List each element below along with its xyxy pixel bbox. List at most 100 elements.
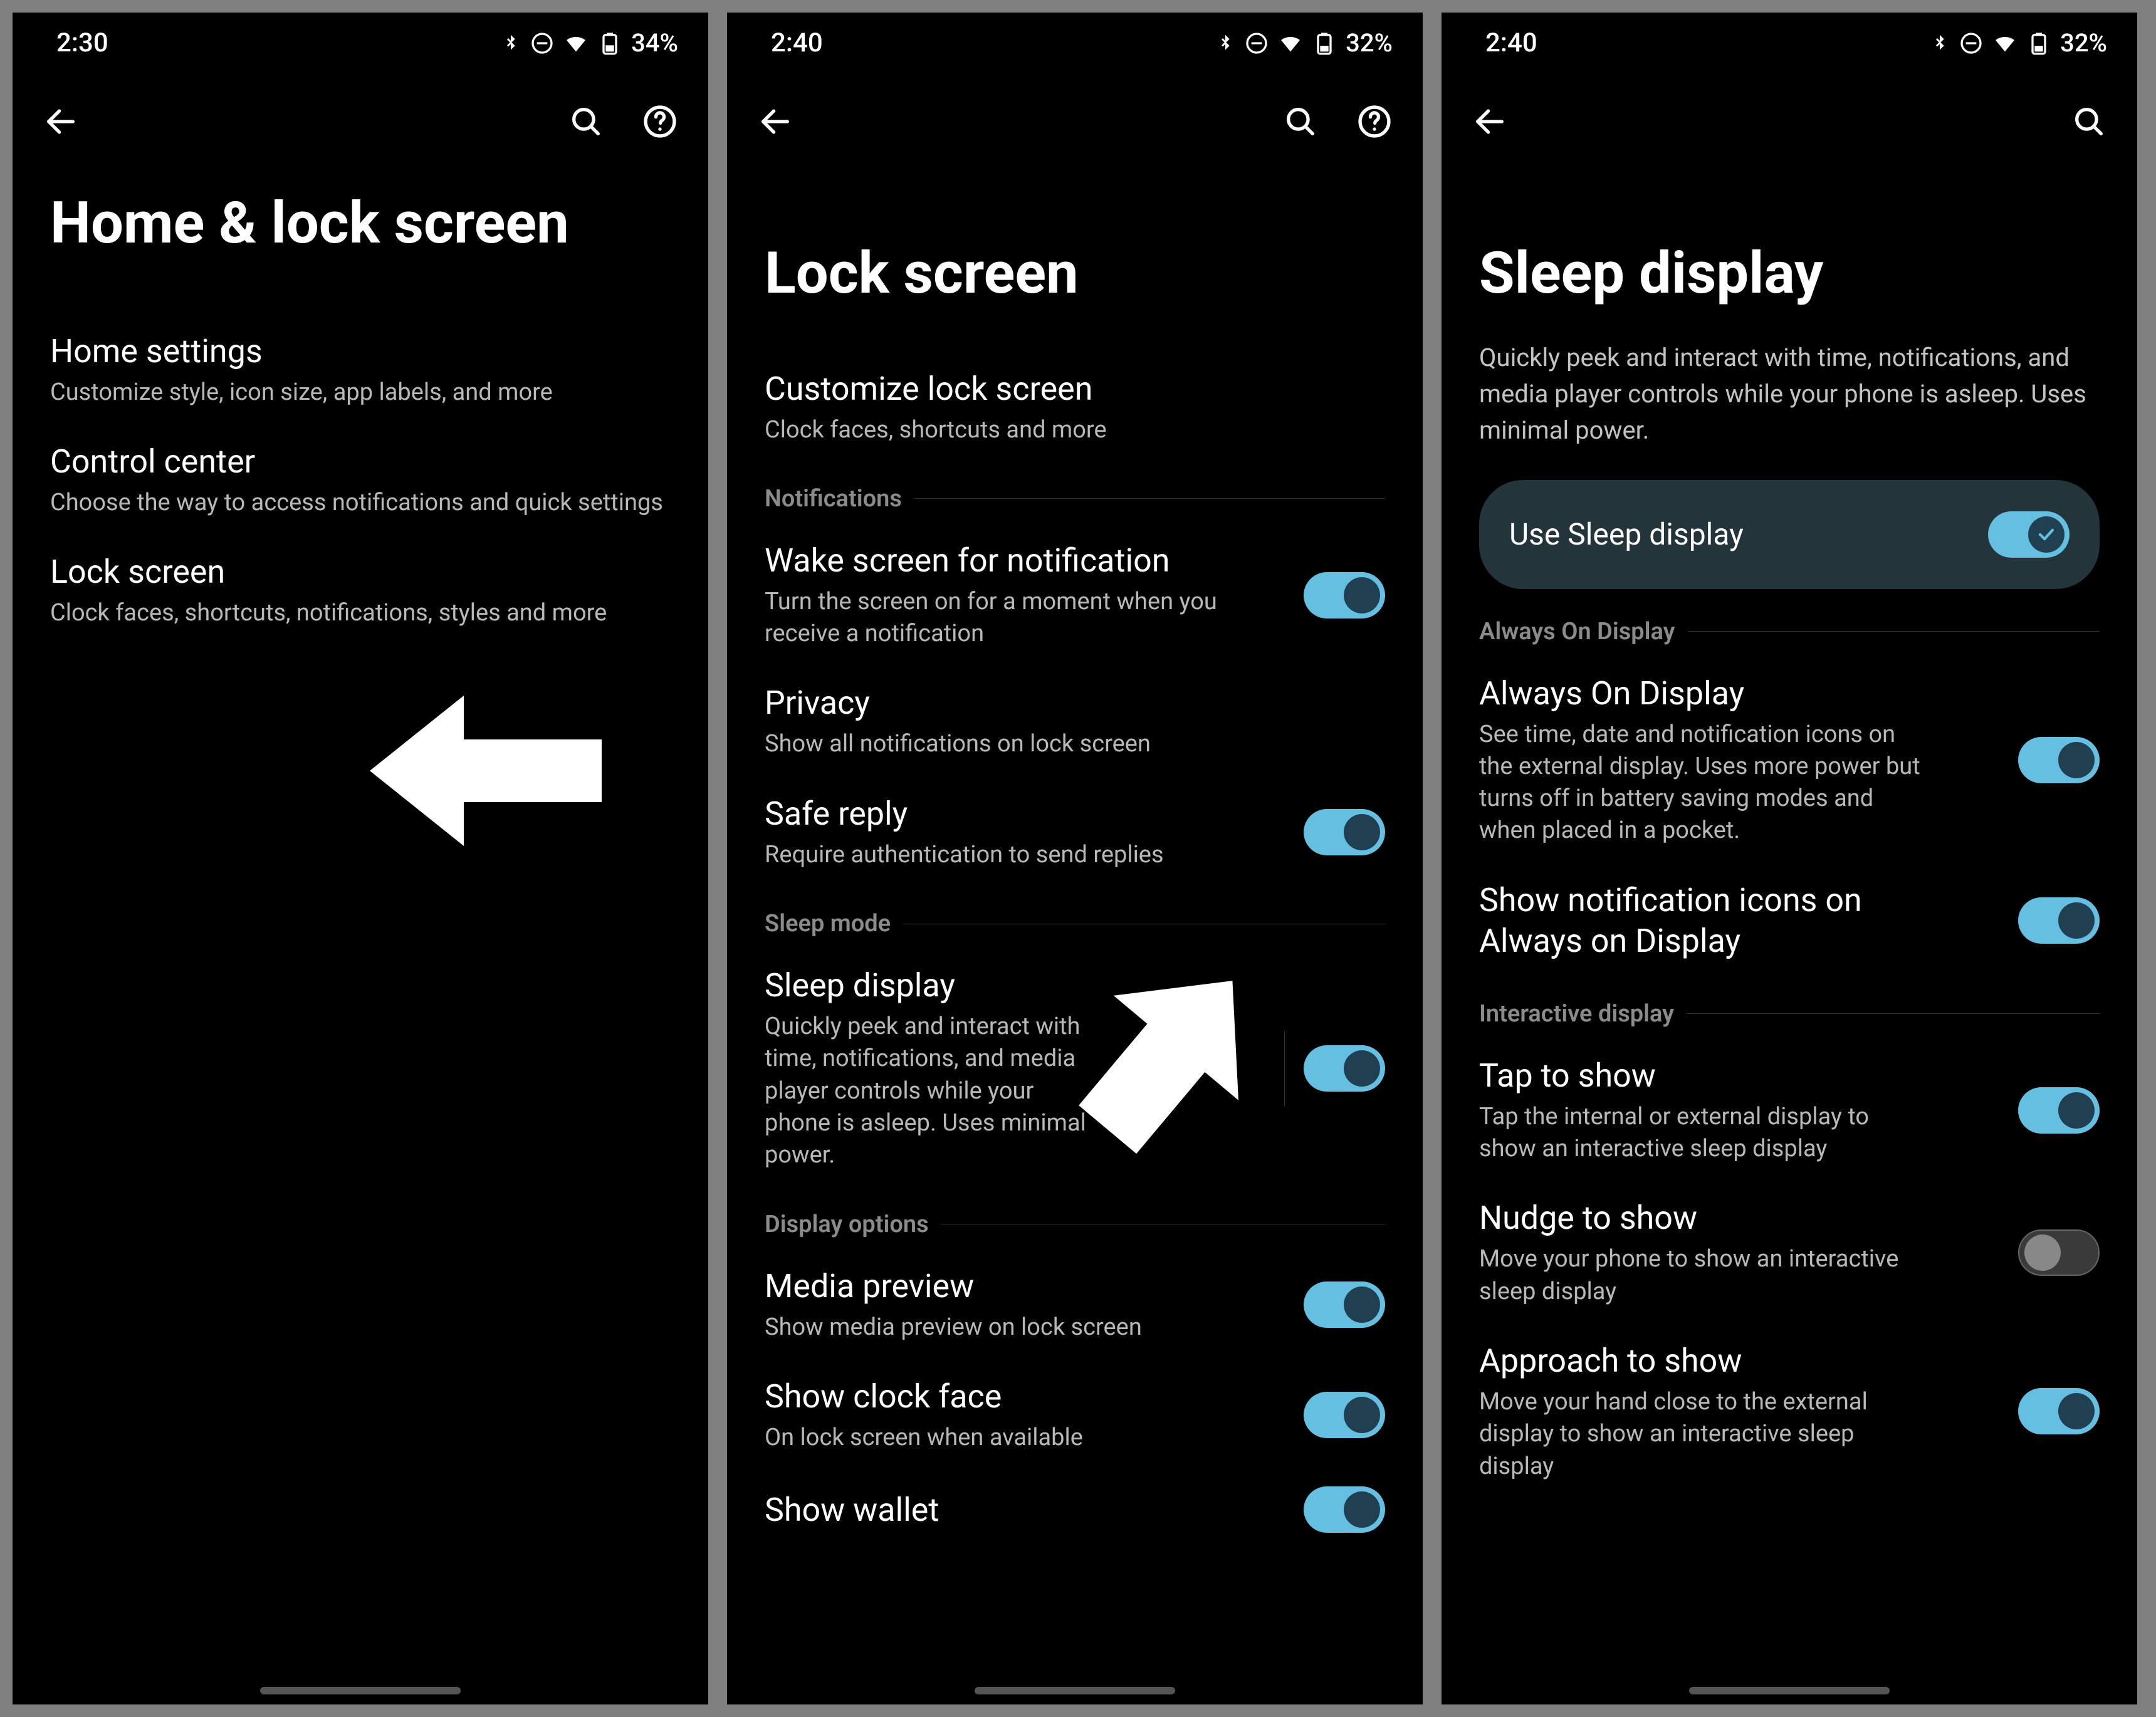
help-button[interactable] <box>1356 103 1393 140</box>
nav-handle[interactable] <box>975 1687 1175 1694</box>
search-button[interactable] <box>1282 103 1319 140</box>
status-icons: 32% <box>1930 28 2107 58</box>
wifi-icon <box>1278 31 1303 56</box>
bluetooth-icon <box>1930 33 1950 53</box>
status-bar: 2:40 32% <box>1442 13 2137 66</box>
status-icons: 34% <box>501 28 678 58</box>
item-title: Safe reply <box>765 793 1285 834</box>
toggle-nudge-to-show[interactable] <box>2018 1229 2100 1276</box>
toggle-show-wallet[interactable] <box>1304 1486 1385 1533</box>
battery-percent: 32% <box>1346 28 1393 58</box>
divider <box>1284 1031 1285 1106</box>
search-button[interactable] <box>568 103 604 140</box>
section-always-on-display: Always On Display <box>1479 595 2100 657</box>
item-home-settings[interactable]: Home settings Customize style, icon size… <box>50 315 671 425</box>
nav-handle[interactable] <box>260 1687 461 1694</box>
battery-icon <box>1312 31 1337 56</box>
item-subtitle: Require authentication to send replies <box>765 839 1285 871</box>
bluetooth-icon <box>501 33 521 53</box>
bluetooth-icon <box>1215 33 1235 53</box>
section-notifications: Notifications <box>765 462 1385 524</box>
item-title: Show clock face <box>765 1376 1285 1417</box>
card-use-sleep-display[interactable]: Use Sleep display <box>1479 480 2100 589</box>
item-subtitle: Move your phone to show an interactive s… <box>1479 1243 1930 1308</box>
item-title: Always On Display <box>1479 673 1999 714</box>
item-sleep-display[interactable]: Sleep displayQuickly peek and interact w… <box>765 949 1385 1187</box>
item-title: Sleep display <box>765 965 1265 1006</box>
toggle-wake-screen[interactable] <box>1304 572 1385 618</box>
toggle-sleep-display[interactable] <box>1304 1045 1385 1092</box>
toggle-use-sleep-display[interactable] <box>1988 511 2070 558</box>
phone-screen-2: 2:40 32% Lock screen Customize lock scre… <box>727 13 1423 1704</box>
settings-list: Customize lock screen Clock faces, short… <box>727 352 1423 1704</box>
section-sleep-mode: Sleep mode <box>765 887 1385 949</box>
item-subtitle: Show all notifications on lock screen <box>765 728 1385 760</box>
page-title: Sleep display <box>1442 165 2137 340</box>
item-subtitle: Turn the screen on for a moment when you… <box>765 586 1285 650</box>
toggle-always-on-display[interactable] <box>2018 737 2100 783</box>
item-title: Lock screen <box>50 551 671 592</box>
item-media-preview[interactable]: Media previewShow media preview on lock … <box>765 1250 1385 1360</box>
item-show-notification-icons[interactable]: Show notification icons on Always on Dis… <box>1479 864 2100 978</box>
page-title: Home & lock screen <box>13 165 708 315</box>
wifi-icon <box>563 31 589 56</box>
item-subtitle: Customize style, icon size, app labels, … <box>50 377 671 409</box>
item-show-wallet[interactable]: Show wallet <box>765 1470 1385 1549</box>
dnd-icon <box>1959 31 1984 56</box>
item-approach-to-show[interactable]: Approach to showMove your hand close to … <box>1479 1324 2100 1499</box>
item-title: Show wallet <box>765 1490 1285 1530</box>
battery-percent: 32% <box>2060 28 2107 58</box>
search-button[interactable] <box>2071 103 2107 140</box>
item-always-on-display[interactable]: Always On DisplaySee time, date and noti… <box>1479 657 2100 864</box>
item-customize-lock-screen[interactable]: Customize lock screen Clock faces, short… <box>765 352 1385 462</box>
toolbar <box>1442 66 2137 165</box>
item-lock-screen[interactable]: Lock screen Clock faces, shortcuts, noti… <box>50 535 671 645</box>
item-subtitle: Clock faces, shortcuts, notifications, s… <box>50 597 671 629</box>
back-button[interactable] <box>43 103 79 140</box>
page-title: Lock screen <box>727 165 1423 352</box>
wifi-icon <box>1992 31 2017 56</box>
item-nudge-to-show[interactable]: Nudge to show Move your phone to show an … <box>1479 1181 2100 1324</box>
status-time: 2:30 <box>56 28 108 58</box>
toggle-safe-reply[interactable] <box>1304 809 1385 855</box>
status-bar: 2:30 34% <box>13 13 708 66</box>
item-subtitle: Tap the internal or external display to … <box>1479 1101 1930 1166</box>
dnd-icon <box>1244 31 1269 56</box>
section-display-options: Display options <box>765 1188 1385 1250</box>
item-privacy[interactable]: Privacy Show all notifications on lock s… <box>765 666 1385 776</box>
item-title: Privacy <box>765 682 1385 723</box>
item-safe-reply[interactable]: Safe reply Require authentication to send… <box>765 777 1385 887</box>
toggle-approach-to-show[interactable] <box>2018 1388 2100 1434</box>
item-control-center[interactable]: Control center Choose the way to access … <box>50 425 671 535</box>
item-title: Control center <box>50 441 671 482</box>
item-wake-screen[interactable]: Wake screen for notification Turn the scr… <box>765 524 1385 667</box>
status-bar: 2:40 32% <box>727 13 1423 66</box>
status-icons: 32% <box>1215 28 1393 58</box>
toggle-media-preview[interactable] <box>1304 1281 1385 1328</box>
status-time: 2:40 <box>1485 28 1537 58</box>
item-title: Wake screen for notification <box>765 540 1285 581</box>
toolbar <box>727 66 1423 165</box>
battery-icon <box>597 31 622 56</box>
back-button[interactable] <box>1472 103 1508 140</box>
item-title: Show notification icons on Always on Dis… <box>1479 880 1955 961</box>
section-interactive-display: Interactive display <box>1479 978 2100 1039</box>
nav-handle[interactable] <box>1689 1687 1890 1694</box>
toggle-show-notification-icons[interactable] <box>2018 897 2100 944</box>
battery-percent: 34% <box>631 28 678 58</box>
toggle-show-clock-face[interactable] <box>1304 1392 1385 1438</box>
help-button[interactable] <box>642 103 678 140</box>
item-title: Home settings <box>50 331 671 372</box>
item-subtitle: Choose the way to access notifications a… <box>50 487 671 519</box>
item-tap-to-show[interactable]: Tap to showTap the internal or external … <box>1479 1039 2100 1182</box>
battery-icon <box>2026 31 2051 56</box>
settings-list: Home settings Customize style, icon size… <box>13 315 708 1704</box>
item-show-clock-face[interactable]: Show clock faceOn lock screen when avail… <box>765 1360 1385 1470</box>
page-description: Quickly peek and interact with time, not… <box>1479 340 2100 467</box>
item-title: Nudge to show <box>1479 1198 1999 1238</box>
toolbar <box>13 66 708 165</box>
dnd-icon <box>530 31 555 56</box>
settings-list: Quickly peek and interact with time, not… <box>1442 340 2137 1704</box>
toggle-tap-to-show[interactable] <box>2018 1087 2100 1134</box>
back-button[interactable] <box>757 103 793 140</box>
